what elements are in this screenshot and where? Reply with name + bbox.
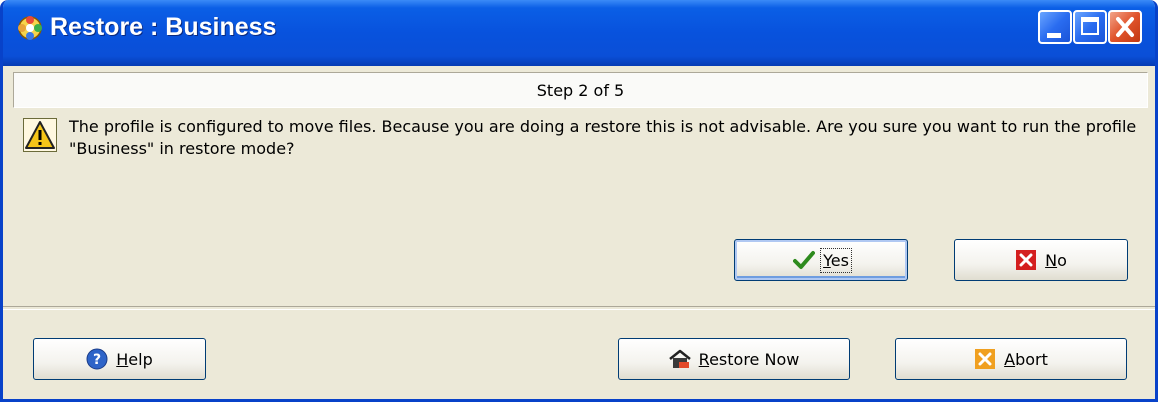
svg-text:?: ? bbox=[93, 352, 101, 368]
help-button-label: Help bbox=[116, 349, 153, 369]
step-indicator: Step 2 of 5 bbox=[13, 72, 1148, 108]
confirmation-message: The profile is configured to move files.… bbox=[69, 117, 1137, 158]
yes-button[interactable]: Yes bbox=[734, 239, 908, 281]
app-gear-icon bbox=[18, 16, 42, 40]
minimize-icon bbox=[1047, 33, 1061, 38]
abort-button-label: Abort bbox=[1004, 349, 1048, 369]
close-icon bbox=[1116, 17, 1134, 37]
maximize-icon bbox=[1081, 17, 1099, 35]
divider bbox=[3, 306, 1155, 310]
orange-x-icon bbox=[975, 349, 996, 369]
help-button[interactable]: ? Help bbox=[33, 338, 206, 380]
dialog-content: Step 2 of 5 The profile is configured to… bbox=[3, 63, 1155, 399]
restore-now-button-label: Restore Now bbox=[698, 349, 800, 369]
checkmark-icon bbox=[793, 251, 816, 269]
window-title: Restore : Business bbox=[50, 13, 277, 41]
warning-triangle-icon bbox=[23, 118, 57, 152]
close-button[interactable] bbox=[1108, 10, 1142, 44]
title-bar[interactable]: Restore : Business bbox=[3, 0, 1155, 66]
maximize-button[interactable] bbox=[1073, 10, 1107, 44]
no-button[interactable]: No bbox=[954, 239, 1128, 281]
restore-dialog-window: Restore : Business Step 2 of 5 The profi… bbox=[0, 0, 1158, 402]
message-panel: The profile is configured to move files.… bbox=[13, 110, 1148, 306]
minimize-button[interactable] bbox=[1038, 10, 1072, 44]
yes-button-label: Yes bbox=[820, 247, 852, 273]
red-x-icon bbox=[1016, 250, 1037, 270]
restore-house-icon bbox=[668, 349, 691, 368]
abort-button[interactable]: Abort bbox=[895, 338, 1127, 380]
help-question-icon: ? bbox=[86, 348, 108, 370]
restore-now-button[interactable]: Restore Now bbox=[618, 338, 850, 380]
no-button-label: No bbox=[1045, 250, 1067, 270]
